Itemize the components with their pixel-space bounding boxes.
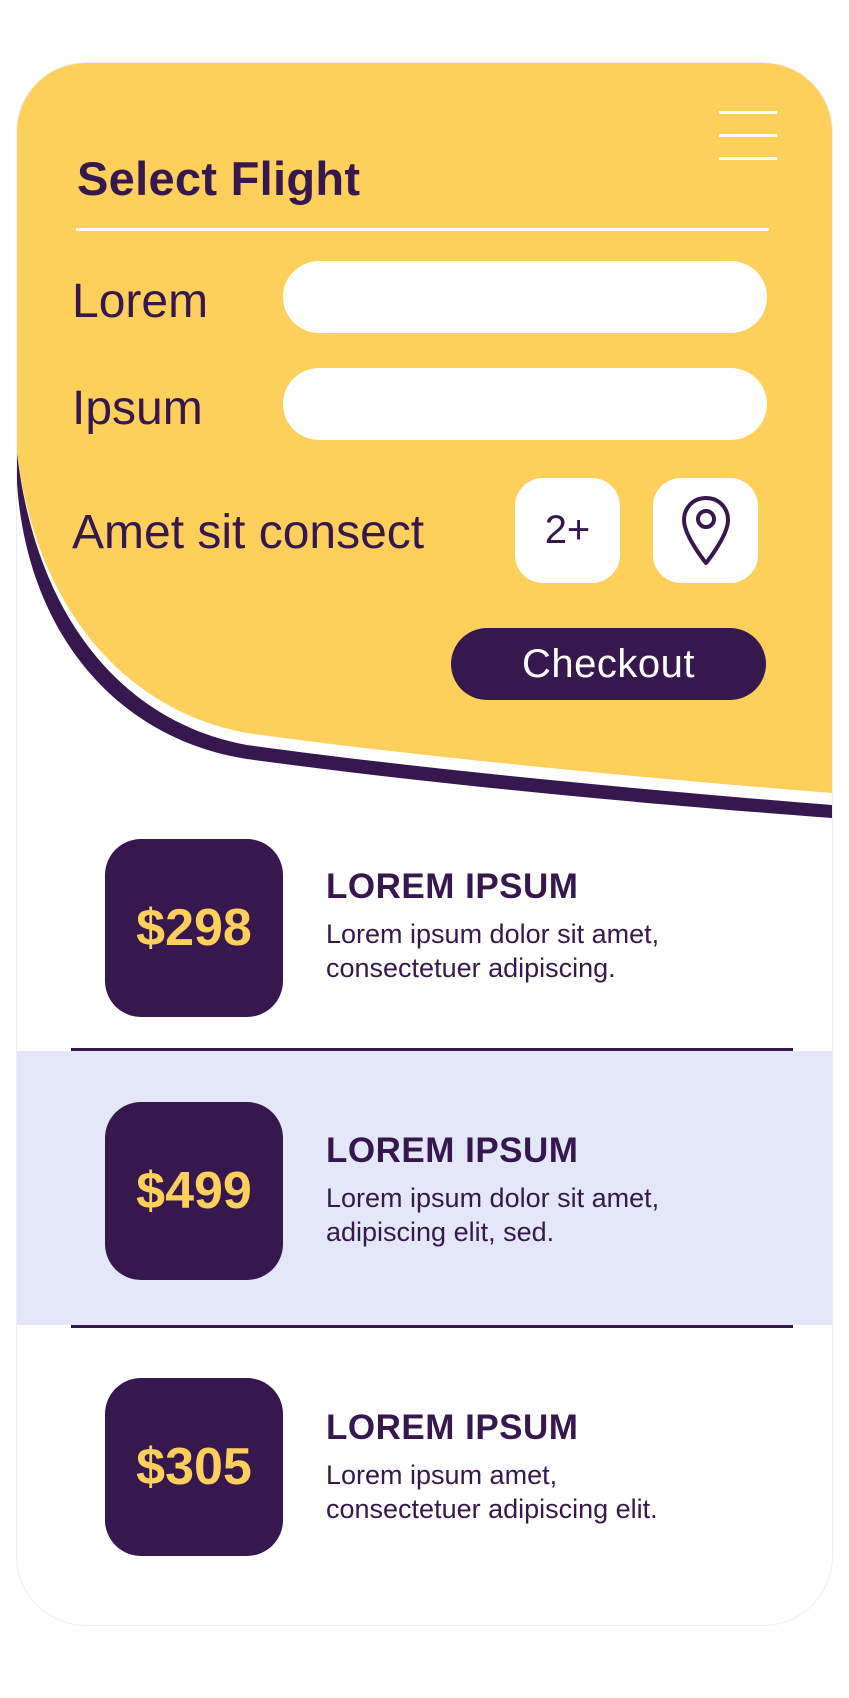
flight-title: LOREM IPSUM	[326, 1408, 579, 1447]
flight-description-line-2: consectetuer adipiscing elit.	[326, 1494, 658, 1524]
flight-row-2[interactable]: $499 LOREM IPSUM Lorem ipsum dolor sit a…	[17, 1051, 832, 1325]
phone-card: Select Flight Lorem Ipsum Amet sit conse…	[16, 62, 833, 1626]
title-divider	[76, 228, 769, 231]
flight-description-line-2: adipiscing elit, sed.	[326, 1217, 555, 1247]
hamburger-menu-icon[interactable]	[719, 111, 777, 163]
flight-title: LOREM IPSUM	[326, 867, 579, 906]
price-badge[interactable]: $298	[105, 839, 283, 1017]
page-title: Select Flight	[77, 152, 361, 205]
checkout-button[interactable]: Checkout	[451, 628, 766, 700]
ipsum-input[interactable]	[283, 368, 767, 440]
field-label-lorem: Lorem	[72, 275, 209, 328]
lorem-input[interactable]	[283, 261, 767, 333]
map-pin-icon	[681, 495, 730, 565]
passengers-button[interactable]: 2+	[515, 478, 620, 583]
flight-description-line-2: consectetuer adipiscing.	[326, 953, 616, 983]
flight-description-line-1: Lorem ipsum amet,	[326, 1460, 558, 1490]
flight-description-line-1: Lorem ipsum dolor sit amet,	[326, 919, 660, 949]
option-label: Amet sit consect	[72, 506, 425, 559]
flight-description-line-1: Lorem ipsum dolor sit amet,	[326, 1183, 660, 1213]
price-badge[interactable]: $305	[105, 1378, 283, 1556]
location-button[interactable]	[653, 478, 758, 583]
field-label-ipsum: Ipsum	[72, 382, 203, 435]
flight-row-3[interactable]: $305 LOREM IPSUM Lorem ipsum amet, conse…	[17, 1328, 832, 1598]
price-badge[interactable]: $499	[105, 1102, 283, 1280]
flight-title: LOREM IPSUM	[326, 1131, 579, 1170]
passengers-button-label: 2+	[544, 508, 591, 552]
